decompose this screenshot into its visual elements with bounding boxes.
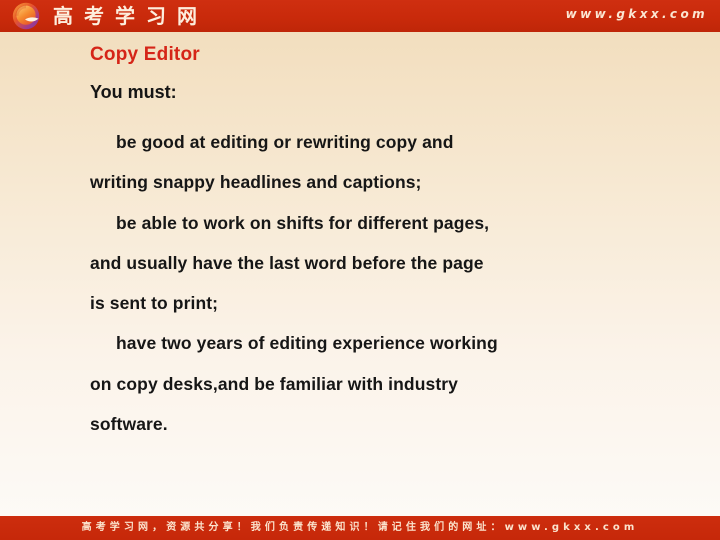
- footer-text: 高考学习网，资源共分享！我们负责传递知识！请记住我们的网址：www.gkxx.c…: [81, 522, 639, 533]
- body-line: have two years of editing experience wor…: [116, 333, 498, 354]
- body-line: software.: [90, 414, 168, 435]
- body-line: and usually have the last word before th…: [90, 252, 484, 273]
- body-line: be able to work on shifts for different …: [116, 212, 490, 233]
- brand-website-url: www.gkxx.com: [565, 7, 708, 21]
- requirements-list: be good at editing or rewriting copy and…: [90, 122, 700, 444]
- slide-content: Copy Editor You must: be good at editing…: [0, 32, 720, 508]
- presentation-slide: 高考学习网 www.gkxx.com Copy Editor You must:…: [0, 0, 720, 540]
- brand-name-cn: 高考学习网: [53, 4, 208, 28]
- body-line: is sent to print;: [90, 293, 219, 314]
- footer-bar: 高考学习网，资源共分享！我们负责传递知识！请记住我们的网址：www.gkxx.c…: [0, 516, 720, 540]
- header-bar: 高考学习网 www.gkxx.com: [0, 0, 720, 32]
- lead-text: You must:: [90, 82, 177, 102]
- page-title: Copy Editor: [90, 44, 200, 65]
- body-line: be good at editing or rewriting copy and: [116, 132, 454, 152]
- gkxx-swirl-logo-icon: [11, 1, 41, 31]
- body-line: on copy desks,and be familiar with indus…: [90, 373, 458, 394]
- body-line: writing snappy headlines and captions;: [90, 172, 422, 193]
